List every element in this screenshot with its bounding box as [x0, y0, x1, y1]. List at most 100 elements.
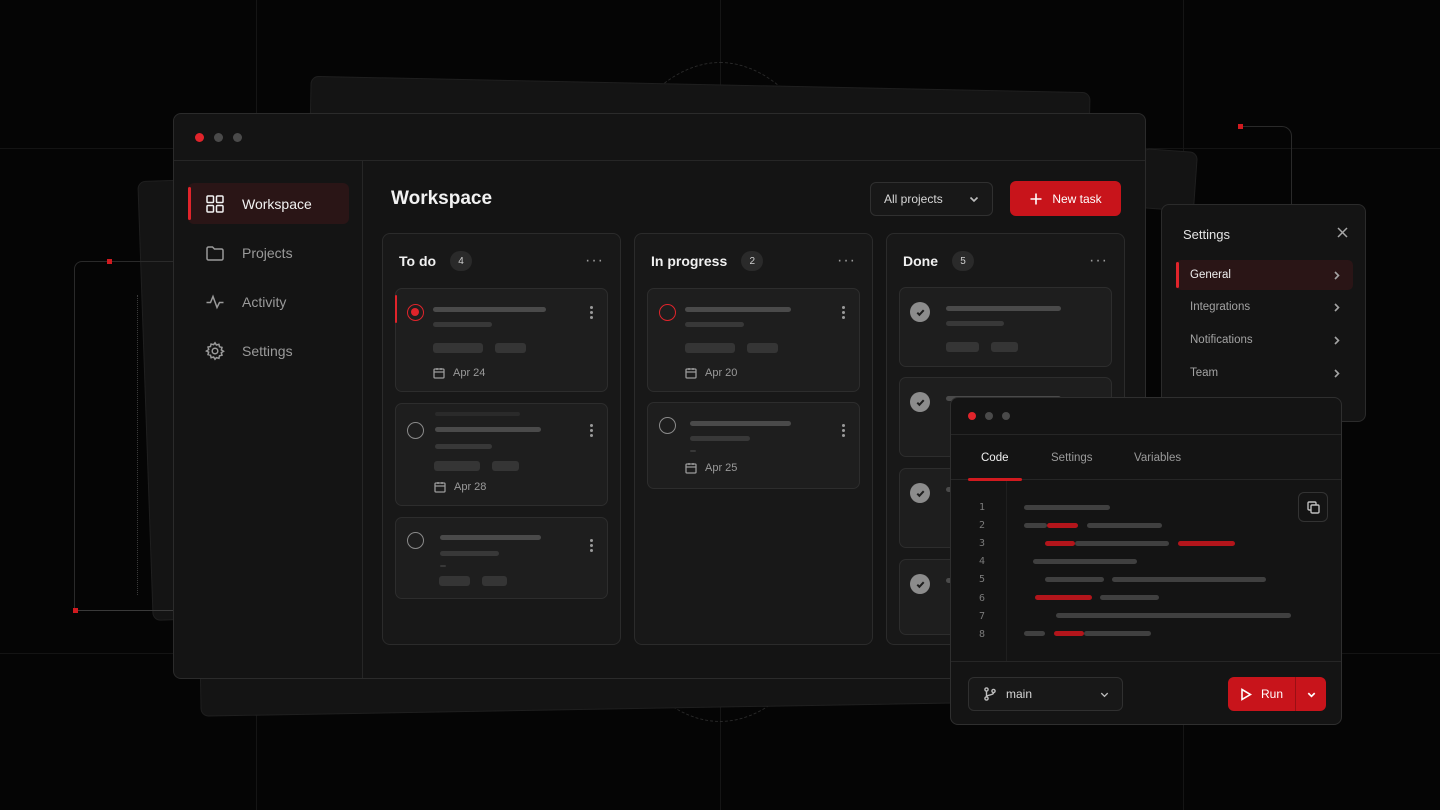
settings-item-label: Notifications [1190, 334, 1253, 346]
task-card[interactable] [395, 517, 608, 599]
sidebar-item-settings[interactable]: Settings [188, 330, 349, 371]
task-status-radio[interactable] [659, 417, 676, 434]
card-menu-icon[interactable] [590, 539, 593, 552]
task-card[interactable]: Apr 25 [647, 402, 860, 489]
bg-red-marker [1238, 124, 1243, 129]
check-circle-icon[interactable] [910, 483, 930, 503]
chevron-down-icon [1100, 692, 1109, 697]
check-circle-icon[interactable] [910, 302, 930, 322]
grid-icon [206, 194, 224, 213]
maximize-window-dot[interactable] [1002, 412, 1010, 420]
close-window-dot[interactable] [195, 132, 204, 142]
folder-icon [206, 245, 224, 261]
bg-connector-line [137, 295, 138, 595]
close-window-dot[interactable] [968, 412, 976, 420]
code-highlight-placeholder [1178, 541, 1235, 546]
column-more-icon[interactable]: ··· [1089, 252, 1108, 270]
task-status-radio[interactable] [407, 422, 424, 439]
tab-variables[interactable]: Variables [1134, 436, 1181, 480]
code-editor[interactable]: 1 2 3 4 5 6 7 8 [951, 481, 1341, 661]
code-highlight-placeholder [1054, 631, 1084, 636]
tab-code[interactable]: Code [968, 436, 1021, 481]
activity-icon [206, 293, 224, 309]
settings-item-label: Integrations [1190, 301, 1251, 313]
calendar-icon [433, 368, 445, 379]
code-line-placeholder [1045, 577, 1104, 582]
window-titlebar [951, 398, 1341, 435]
column-more-icon[interactable]: ··· [585, 252, 604, 270]
task-tag-placeholder [747, 343, 778, 353]
settings-item-general[interactable]: General [1176, 260, 1353, 290]
line-number: 8 [979, 629, 986, 640]
code-line-placeholder [1056, 613, 1291, 618]
task-title-placeholder [435, 412, 520, 416]
line-number: 3 [979, 538, 986, 549]
task-status-radio[interactable] [659, 304, 676, 321]
run-split-button: Run [1228, 677, 1326, 711]
task-title-placeholder [946, 306, 1061, 311]
close-icon[interactable] [1337, 225, 1348, 238]
sidebar-item-workspace[interactable]: Workspace [188, 183, 349, 224]
maximize-window-dot[interactable] [233, 132, 242, 142]
task-subtitle-placeholder [685, 322, 744, 327]
card-menu-icon[interactable] [590, 424, 593, 437]
settings-item-notifications[interactable]: Notifications [1176, 325, 1353, 355]
task-date-text: Apr 28 [454, 481, 487, 493]
check-circle-icon[interactable] [910, 392, 930, 412]
copy-code-button[interactable] [1298, 492, 1328, 522]
task-card[interactable]: Apr 28 [395, 403, 608, 506]
column-more-icon[interactable]: ··· [837, 252, 856, 270]
bg-connector-line [1240, 126, 1292, 206]
task-title-placeholder [685, 307, 791, 312]
settings-item-integrations[interactable]: Integrations [1176, 292, 1353, 322]
settings-panel: Settings General Integrations Notificati… [1161, 204, 1366, 422]
card-menu-icon[interactable] [590, 306, 593, 319]
branch-select[interactable]: main [968, 677, 1123, 711]
task-status-radio[interactable] [407, 532, 424, 549]
run-button[interactable]: Run [1228, 677, 1296, 711]
code-line-placeholder [1075, 541, 1169, 546]
sidebar-item-label: Activity [242, 293, 287, 310]
line-number: 7 [979, 611, 986, 622]
tab-settings[interactable]: Settings [1051, 436, 1093, 480]
play-icon [1241, 687, 1252, 701]
settings-item-team[interactable]: Team [1176, 358, 1353, 388]
column-title: Done [903, 253, 938, 269]
project-filter-value: All projects [884, 192, 943, 206]
task-status-radio[interactable] [407, 304, 424, 321]
chevron-right-icon [1334, 335, 1340, 345]
settings-panel-title: Settings [1183, 227, 1230, 242]
check-circle-icon[interactable] [910, 574, 930, 594]
sidebar-item-activity[interactable]: Activity [188, 281, 349, 322]
code-highlight-placeholder [1047, 523, 1078, 528]
project-filter-select[interactable]: All projects [870, 182, 993, 216]
code-line-placeholder [1024, 523, 1047, 528]
card-menu-icon[interactable] [842, 306, 845, 319]
minimize-window-dot[interactable] [985, 412, 993, 420]
sidebar: Workspace Projects Activity Settings [174, 161, 363, 678]
page-title: Workspace [391, 188, 493, 209]
code-line-placeholder [1112, 577, 1266, 582]
task-card[interactable]: Apr 20 [647, 288, 860, 392]
code-line-placeholder [1100, 595, 1159, 600]
calendar-icon [685, 463, 697, 474]
task-tag-placeholder [492, 461, 519, 471]
task-card[interactable]: Apr 24 [395, 288, 608, 392]
new-task-label: New task [1052, 191, 1102, 206]
minimize-window-dot[interactable] [214, 132, 223, 142]
bg-red-marker [107, 259, 112, 264]
code-highlight-placeholder [1035, 595, 1092, 600]
new-task-button[interactable]: New task [1010, 181, 1121, 216]
line-number: 6 [979, 593, 986, 604]
sidebar-item-projects[interactable]: Projects [188, 232, 349, 273]
task-subtitle-placeholder [946, 321, 1004, 326]
task-subtitle-placeholder [440, 551, 499, 556]
chevron-down-icon [1307, 692, 1315, 698]
task-card[interactable] [899, 287, 1112, 367]
run-options-button[interactable] [1296, 689, 1326, 700]
card-menu-icon[interactable] [842, 424, 845, 437]
settings-item-label: General [1190, 269, 1231, 281]
window-titlebar [174, 114, 1145, 161]
code-line-placeholder [1084, 631, 1151, 636]
task-tag-placeholder [434, 461, 480, 471]
